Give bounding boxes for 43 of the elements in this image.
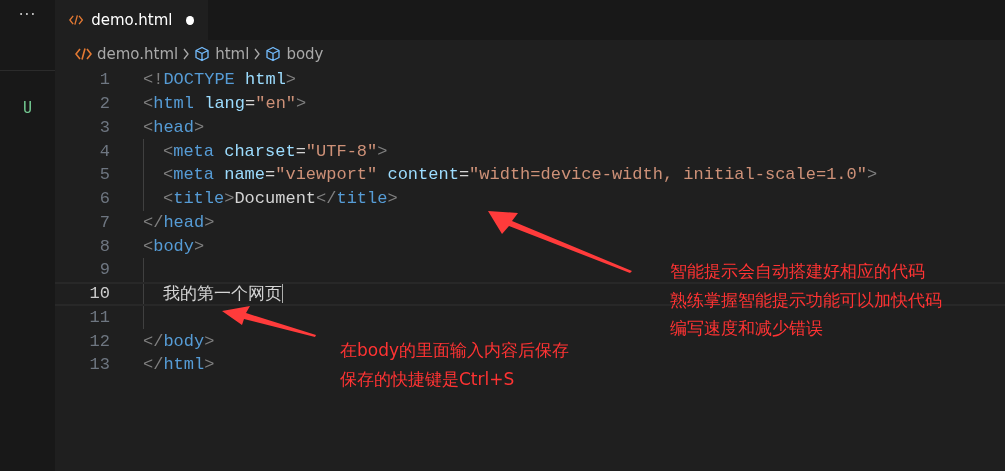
code-text: </head> [143, 212, 215, 232]
line-number: 12 [88, 331, 110, 351]
code-text: <head> [143, 117, 205, 137]
breadcrumb-item[interactable]: body [286, 45, 324, 63]
line-number: 6 [98, 189, 110, 209]
line-number: 13 [88, 355, 110, 375]
code-text: <meta name="viewport" content="width=device-width, initial-scale=1.0"> [163, 165, 878, 185]
tab-label: demo.html [91, 11, 173, 29]
code-text: </body> [143, 331, 215, 351]
code-text: <meta charset="UTF-8"> [163, 141, 388, 161]
annotation-text: 熟练掌握智能提示功能可以加快代码 [670, 288, 942, 312]
cube-icon [194, 46, 211, 62]
breadcrumb-item[interactable]: demo.html [97, 45, 179, 63]
line-number: 10 [88, 284, 110, 304]
annotation-text: 智能提示会自动搭建好相应的代码 [670, 260, 926, 283]
annotation-text: 保存的快捷键是Ctrl+S [340, 367, 516, 391]
chevron-icon [182, 48, 191, 60]
line-number: 11 [88, 307, 110, 327]
code-text: <title>Document</title> [163, 189, 398, 209]
cube-icon [265, 46, 282, 62]
code-file-icon [75, 48, 92, 60]
code-file-icon [69, 14, 84, 26]
line-number: 1 [98, 70, 110, 90]
line-number: 9 [98, 260, 110, 280]
text-cursor [282, 284, 283, 304]
code-text: <!DOCTYPE html> [143, 70, 297, 90]
code-text: <body> [143, 236, 205, 256]
editor-tab[interactable]: demo.html [55, 0, 208, 40]
line-number: 5 [98, 165, 110, 185]
line-number: 2 [98, 94, 110, 114]
breadcrumb-item[interactable]: html [215, 45, 250, 63]
more-actions[interactable]: ··· [18, 6, 37, 34]
line-number: 7 [98, 212, 110, 232]
chevron-icon [253, 48, 262, 60]
annotation-text: 编写速度和减少错误 [670, 317, 824, 340]
git-status: U [23, 99, 32, 117]
line-number: 3 [98, 117, 110, 137]
line-number: 4 [98, 141, 110, 161]
code-text: 我的第一个网页 [163, 284, 282, 306]
line-number: 8 [98, 236, 110, 256]
code-text: </html> [143, 355, 215, 375]
annotation-text: 在body的里面输入内容后保存 [340, 339, 570, 362]
code-text: <html lang="en"> [143, 94, 307, 114]
